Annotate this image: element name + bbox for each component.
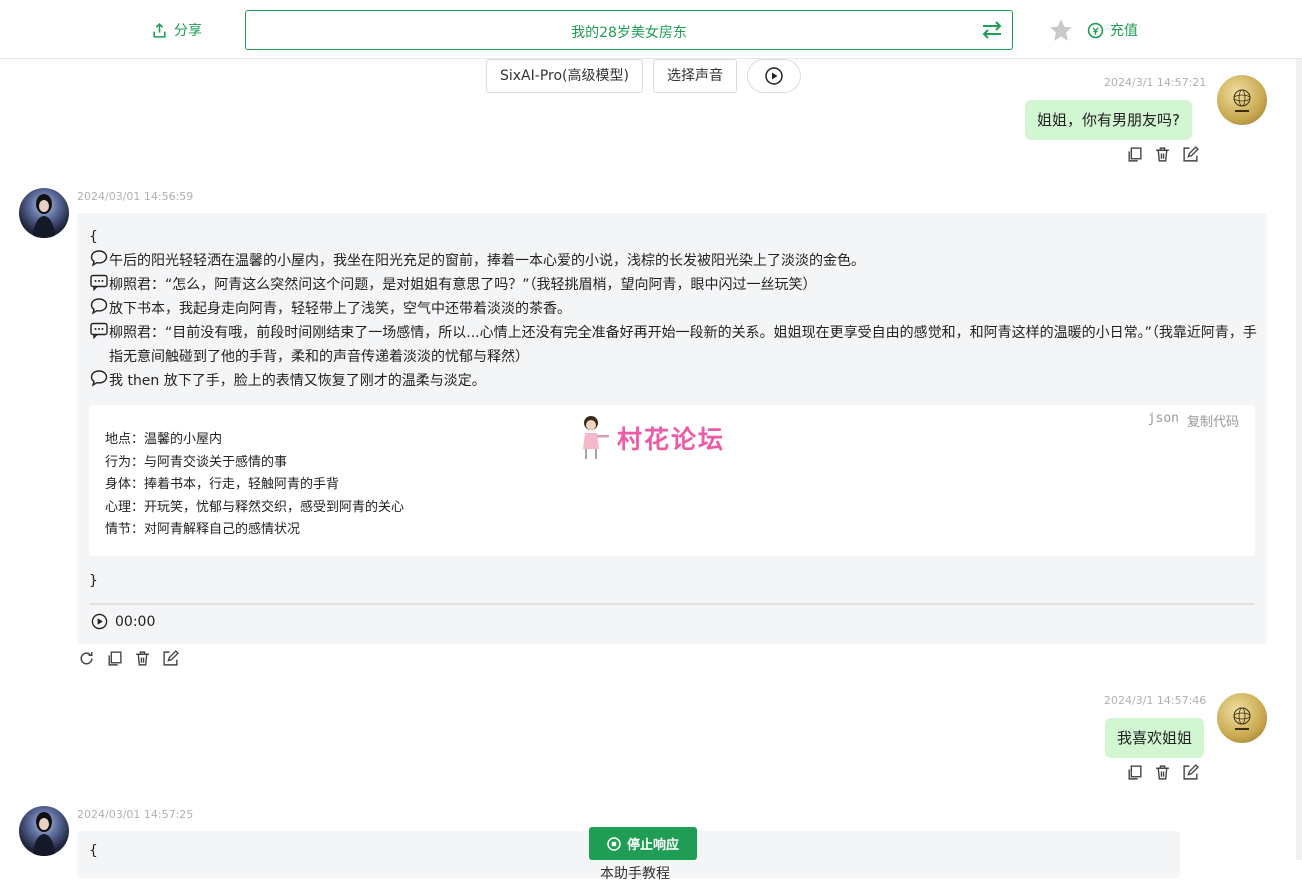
recharge-button[interactable]: 充值	[1087, 20, 1138, 40]
share-label: 分享	[174, 23, 202, 39]
dialog-icon	[90, 274, 108, 291]
user-message-bubble: 我喜欢姐姐	[1105, 718, 1205, 758]
code-line: 行为：与阿青交谈关于感情的事	[105, 454, 288, 470]
copy-icon[interactable]	[1126, 764, 1143, 781]
message-timestamp: 2024/03/01 14:56:59	[77, 190, 194, 203]
model-toolbar: SixAI-Pro(高级模型) 选择声音	[486, 59, 801, 93]
narration-line: 我 then 放下了手，脸上的表情又恢复了刚才的温柔与淡定。	[89, 369, 1259, 393]
bot-message-text: { 午后的阳光轻轻洒在温馨的小屋内，我坐在阳光充足的窗前，捧着一本心爱的小说，浅…	[89, 225, 1259, 393]
stop-response-button[interactable]: 停止响应	[589, 827, 697, 860]
stop-icon	[607, 836, 621, 851]
bot-avatar	[19, 806, 69, 856]
play-button[interactable]	[746, 59, 801, 93]
message-timestamp: 2024/3/1 14:57:21	[1104, 76, 1207, 89]
model-select-button[interactable]: SixAI-Pro(高级模型)	[486, 59, 643, 93]
code-line: 心理：开玩笑，忧郁与释然交织，感受到阿青的关心	[105, 499, 405, 515]
dialog-line: 柳照君：“目前没有哦，前段时间刚结束了一场感情，所以...心情上还没有完全准备好…	[89, 321, 1259, 369]
stop-label: 停止响应	[626, 838, 679, 853]
watermark-text: 村花论坛	[617, 425, 726, 454]
swap-icon[interactable]	[980, 18, 1004, 42]
code-lines: 地点：温馨的小屋内 行为：与阿青交谈关于感情的事 身体：捧着书本，行走，轻触阿青…	[105, 429, 404, 542]
copy-code-button[interactable]: 复制代码	[1187, 411, 1239, 430]
voice-select-button[interactable]: 选择声音	[652, 59, 737, 93]
chat-title: 我的28岁美女房东	[571, 25, 687, 41]
open-brace: {	[89, 843, 98, 859]
ai-universe-logo-icon	[1233, 707, 1251, 730]
speech-bubble-icon	[90, 250, 108, 267]
dialog-line: 柳照君：“怎么，阿青这么突然问这个问题，是对姐姐有意思了吗？”（我轻挑眉梢，望向…	[89, 273, 1259, 297]
play-icon[interactable]	[91, 613, 108, 630]
user-avatar	[1217, 693, 1267, 743]
narration-line: 放下书本，我起身走向阿青，轻轻带上了浅笑，空气中还带着淡淡的茶香。	[89, 297, 1259, 321]
code-header: json 复制代码	[1148, 411, 1239, 430]
chat-title-box[interactable]: 我的28岁美女房东	[245, 10, 1013, 50]
share-icon	[153, 22, 166, 38]
user-avatar	[1217, 75, 1267, 125]
line-text: 午后的阳光轻轻洒在温馨的小屋内，我坐在阳光充足的窗前，捧着一本心爱的小说，浅棕的…	[109, 253, 865, 269]
play-icon	[765, 67, 783, 85]
edit-icon[interactable]	[1182, 146, 1199, 163]
watermark: 村花论坛	[577, 413, 725, 463]
delete-icon[interactable]	[134, 650, 151, 667]
user-message-actions	[1126, 146, 1199, 163]
bot-avatar	[19, 188, 69, 238]
recharge-label: 充值	[1110, 23, 1138, 39]
edit-icon[interactable]	[1182, 764, 1199, 781]
divider	[89, 603, 1255, 605]
share-button[interactable]: 分享	[151, 20, 202, 40]
audio-player[interactable]: 00:00	[91, 613, 155, 630]
line-text: 放下书本，我起身走向阿青，轻轻带上了浅笑，空气中还带着淡淡的茶香。	[109, 301, 571, 317]
code-line: 身体：捧着书本，行走，轻触阿青的手背	[105, 477, 340, 492]
copy-icon[interactable]	[106, 650, 123, 667]
code-line: 地点：温馨的小屋内	[105, 432, 223, 447]
ai-universe-logo-icon	[1233, 89, 1251, 112]
tutorial-link[interactable]: 本助手教程	[600, 863, 670, 883]
open-brace: {	[89, 229, 98, 245]
girl-figure-icon	[583, 416, 609, 459]
speech-bubble-icon	[90, 298, 108, 315]
narration-line: 午后的阳光轻轻洒在温馨的小屋内，我坐在阳光充足的窗前，捧着一本心爱的小说，浅棕的…	[89, 249, 1259, 273]
code-line: 情节：对阿青解释自己的感情状况	[105, 522, 301, 537]
star-icon[interactable]	[1048, 17, 1074, 43]
line-text: 柳照君：“怎么，阿青这么突然问这个问题，是对姐姐有意思了吗？”（我轻挑眉梢，望向…	[109, 277, 817, 293]
delete-icon[interactable]	[1154, 764, 1171, 781]
edit-icon[interactable]	[162, 650, 179, 667]
delete-icon[interactable]	[1154, 146, 1171, 163]
copy-icon[interactable]	[1126, 146, 1143, 163]
top-bar: 分享 我的28岁美女房东 充值	[0, 0, 1302, 59]
bot-portrait-icon	[33, 194, 55, 238]
regenerate-icon[interactable]	[78, 650, 95, 667]
scrollbar[interactable]	[1296, 59, 1302, 860]
close-brace: }	[89, 573, 98, 589]
code-block: json 复制代码 地点：温馨的小屋内 行为：与阿青交谈关于感情的事 身体：捧着…	[89, 405, 1255, 556]
message-timestamp: 2024/03/01 14:57:25	[77, 808, 194, 821]
bot-portrait-icon	[33, 812, 55, 856]
bot-message-actions	[78, 650, 179, 667]
user-message-actions	[1126, 764, 1199, 781]
audio-time: 00:00	[115, 613, 156, 630]
coin-icon	[1087, 22, 1104, 38]
code-language-label: json	[1147, 411, 1179, 426]
line-text: 柳照君：“目前没有哦，前段时间刚结束了一场感情，所以...心情上还没有完全准备好…	[109, 325, 1257, 365]
user-message-bubble: 姐姐，你有男朋友吗?	[1025, 100, 1192, 140]
message-timestamp: 2024/3/1 14:57:46	[1104, 694, 1207, 707]
line-text: 我 then 放下了手，脸上的表情又恢复了刚才的温柔与淡定。	[109, 373, 486, 389]
speech-bubble-icon	[90, 370, 108, 387]
bot-message-panel: { 午后的阳光轻轻洒在温馨的小屋内，我坐在阳光充足的窗前，捧着一本心爱的小说，浅…	[77, 213, 1267, 644]
dialog-icon	[90, 322, 108, 339]
